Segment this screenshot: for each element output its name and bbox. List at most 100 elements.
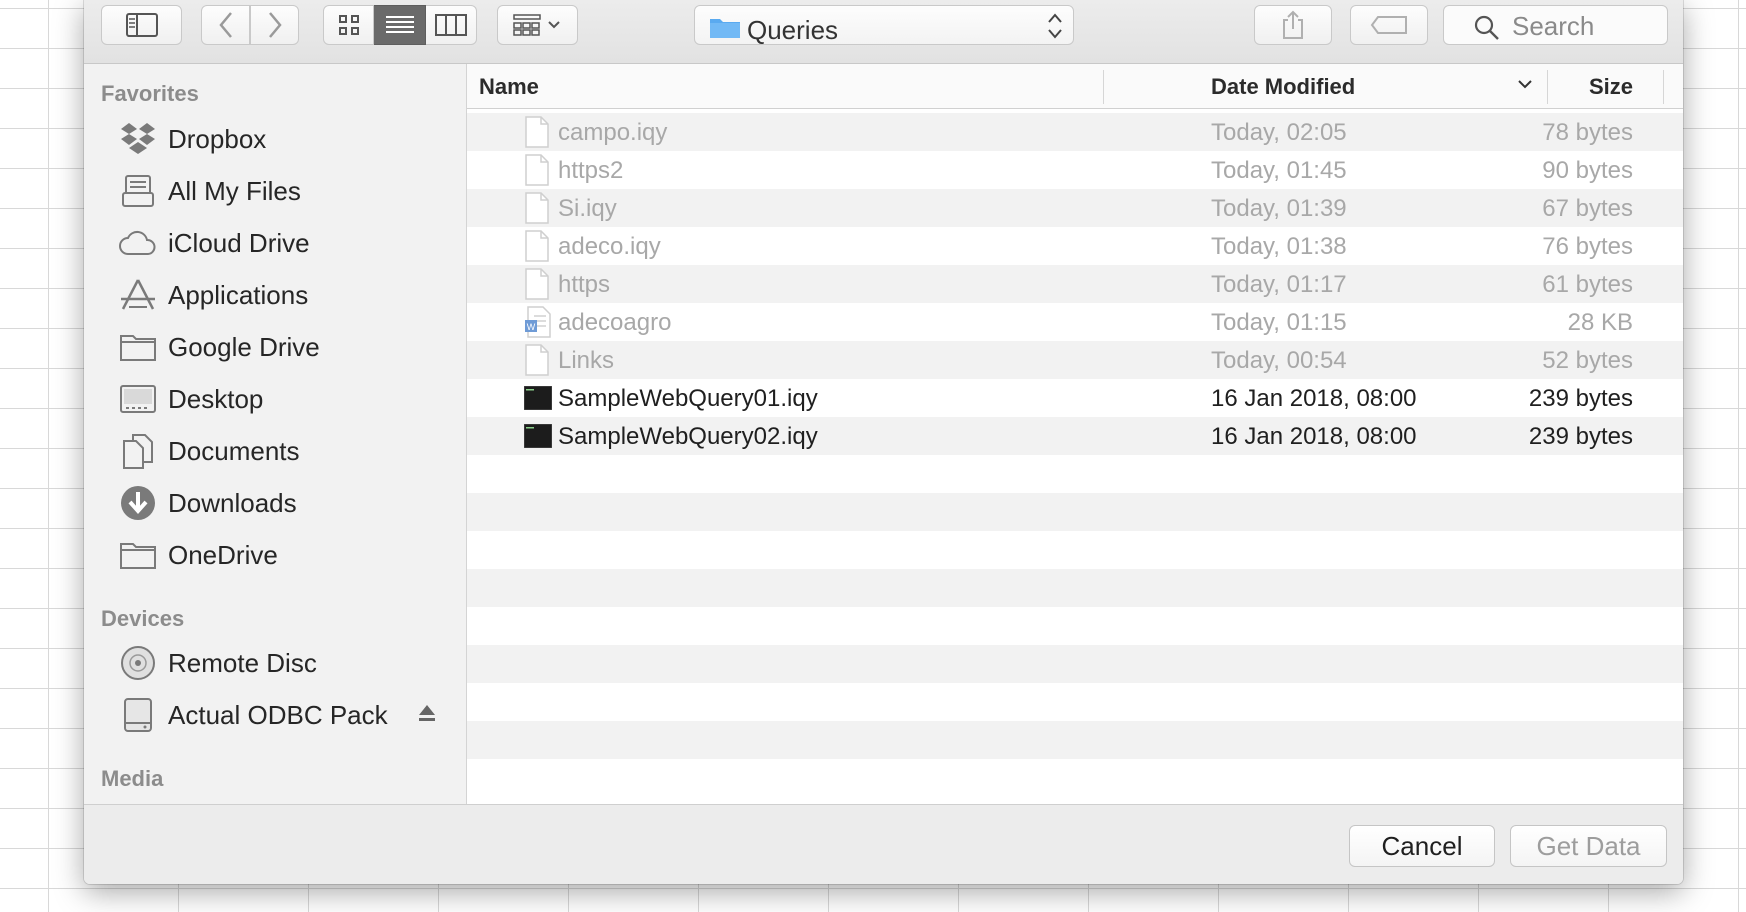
file-date: Today, 01:39 bbox=[1211, 195, 1347, 222]
sidebar-heading-devices: Devices bbox=[101, 606, 185, 631]
sidebar-item-onedrive[interactable]: OneDrive bbox=[84, 531, 466, 579]
dropbox-icon bbox=[121, 123, 155, 154]
sidebar: Favorites Dropbox All My Files iCloud Dr… bbox=[84, 64, 467, 804]
column-view-button[interactable] bbox=[426, 5, 477, 45]
get-data-button[interactable]: Get Data bbox=[1510, 825, 1667, 867]
arrange-button[interactable] bbox=[497, 5, 578, 45]
file-date: Today, 02:05 bbox=[1211, 119, 1347, 146]
column-separator[interactable] bbox=[1663, 70, 1664, 104]
file-name: https2 bbox=[558, 157, 624, 184]
svg-text:W: W bbox=[527, 322, 536, 332]
sidebar-item-label: iCloud Drive bbox=[168, 227, 310, 258]
file-size: 78 bytes bbox=[1542, 119, 1633, 146]
sidebar-item-label: All My Files bbox=[168, 175, 301, 206]
file-row[interactable]: https Today, 01:17 61 bytes bbox=[467, 265, 1683, 303]
document-icon bbox=[525, 230, 549, 262]
file-row[interactable]: Si.iqy Today, 01:39 67 bytes bbox=[467, 189, 1683, 227]
file-size: 61 bytes bbox=[1542, 271, 1633, 298]
arrange-icon bbox=[512, 14, 560, 36]
sidebar-item-documents[interactable]: Documents bbox=[84, 427, 466, 475]
search-icon bbox=[1474, 15, 1499, 40]
grid-icon bbox=[338, 15, 359, 35]
share-icon bbox=[1283, 10, 1303, 39]
applications-icon bbox=[121, 279, 155, 310]
sidebar-item-icloud-drive[interactable]: iCloud Drive bbox=[84, 219, 466, 267]
folder-icon bbox=[710, 19, 740, 38]
sidebar-item-all-my-files[interactable]: All My Files bbox=[84, 167, 466, 215]
path-popup[interactable]: Queries bbox=[694, 5, 1074, 45]
file-name: adecoagro bbox=[558, 309, 672, 336]
sidebar-item-dropbox[interactable]: Dropbox bbox=[84, 115, 466, 163]
file-row[interactable]: adeco.iqy Today, 01:38 76 bytes bbox=[467, 227, 1683, 265]
downloads-icon bbox=[121, 486, 155, 520]
sidebar-item-desktop[interactable]: Desktop bbox=[84, 375, 466, 423]
tags-button[interactable] bbox=[1350, 5, 1428, 45]
forward-button[interactable] bbox=[250, 5, 299, 45]
sidebar-heading-favorites: Favorites bbox=[101, 81, 199, 106]
sidebar-item-label: Google Drive bbox=[168, 331, 320, 362]
list-icon bbox=[385, 16, 414, 33]
sidebar-item-label: OneDrive bbox=[168, 539, 278, 570]
sidebar-item-label: Downloads bbox=[168, 487, 297, 518]
empty-row bbox=[467, 645, 1683, 683]
column-separator[interactable] bbox=[1547, 70, 1548, 104]
sidebar-item-label: Dropbox bbox=[168, 123, 267, 154]
sidebar-item-remote-disc[interactable]: Remote Disc bbox=[84, 639, 466, 687]
sidebar-item-downloads[interactable]: Downloads bbox=[84, 479, 466, 527]
document-icon bbox=[525, 268, 549, 300]
search-input[interactable] bbox=[1510, 10, 1664, 42]
sidebar-item-google-drive[interactable]: Google Drive bbox=[84, 323, 466, 371]
file-name: adeco.iqy bbox=[558, 233, 661, 260]
file-row[interactable]: SampleWebQuery02.iqy 16 Jan 2018, 08:00 … bbox=[467, 417, 1683, 455]
column-separator[interactable] bbox=[1103, 70, 1104, 104]
empty-row bbox=[467, 607, 1683, 645]
file-row[interactable]: W adecoagro Today, 01:15 28 KB bbox=[467, 303, 1683, 341]
cancel-button[interactable]: Cancel bbox=[1349, 825, 1495, 867]
file-size: 52 bytes bbox=[1542, 347, 1633, 374]
eject-icon[interactable] bbox=[418, 703, 436, 723]
search-field[interactable] bbox=[1443, 5, 1668, 45]
file-name: Links bbox=[558, 347, 615, 374]
file-name: Si.iqy bbox=[558, 195, 617, 222]
open-file-dialog: Queries Favorites Dropbox All My Files i… bbox=[84, 0, 1683, 884]
file-date: Today, 01:15 bbox=[1211, 309, 1347, 336]
column-header-name[interactable]: Name bbox=[479, 74, 539, 100]
sidebar-item-actual-odbc-pack[interactable]: Actual ODBC Pack bbox=[84, 691, 466, 739]
empty-row bbox=[467, 683, 1683, 721]
file-date: Today, 01:45 bbox=[1211, 157, 1347, 184]
icon-view-button[interactable] bbox=[323, 5, 374, 45]
tag-icon bbox=[1370, 16, 1407, 34]
file-date: Today, 01:38 bbox=[1211, 233, 1347, 260]
file-row[interactable]: Links Today, 00:54 52 bytes bbox=[467, 341, 1683, 379]
list-view-button[interactable] bbox=[374, 5, 426, 45]
sidebar-item-label: Actual ODBC Pack bbox=[168, 699, 388, 730]
sidebar-toggle-button[interactable] bbox=[101, 5, 182, 45]
sidebar-item-applications[interactable]: Applications bbox=[84, 271, 466, 319]
file-name: SampleWebQuery02.iqy bbox=[558, 423, 818, 450]
list-header: Name Date Modified Size bbox=[467, 64, 1683, 109]
sidebar-item-label: Desktop bbox=[168, 383, 264, 414]
file-row[interactable]: campo.iqy Today, 02:05 78 bytes bbox=[467, 113, 1683, 151]
empty-row bbox=[467, 455, 1683, 493]
chevron-up-down-icon bbox=[1048, 13, 1062, 39]
empty-row bbox=[467, 569, 1683, 607]
document-icon bbox=[525, 344, 549, 376]
dialog-footer: Cancel Get Data bbox=[84, 804, 1683, 884]
column-header-size[interactable]: Size bbox=[1589, 74, 1633, 100]
file-date: 16 Jan 2018, 08:00 bbox=[1211, 385, 1417, 412]
path-popup-label: Queries bbox=[747, 15, 839, 45]
empty-row bbox=[467, 721, 1683, 759]
folder-icon bbox=[120, 335, 156, 361]
column-header-date-modified[interactable]: Date Modified bbox=[1211, 74, 1355, 100]
share-button[interactable] bbox=[1254, 5, 1332, 45]
file-size: 28 KB bbox=[1567, 309, 1633, 336]
folder-icon bbox=[120, 543, 156, 569]
back-button[interactable] bbox=[201, 5, 250, 45]
file-size: 90 bytes bbox=[1542, 157, 1633, 184]
file-row[interactable]: https2 Today, 01:45 90 bytes bbox=[467, 151, 1683, 189]
all-my-files-icon bbox=[122, 175, 154, 207]
empty-row bbox=[467, 531, 1683, 569]
file-date: Today, 00:54 bbox=[1211, 347, 1347, 374]
file-size: 239 bytes bbox=[1528, 423, 1633, 450]
file-row[interactable]: SampleWebQuery01.iqy 16 Jan 2018, 08:00 … bbox=[467, 379, 1683, 417]
